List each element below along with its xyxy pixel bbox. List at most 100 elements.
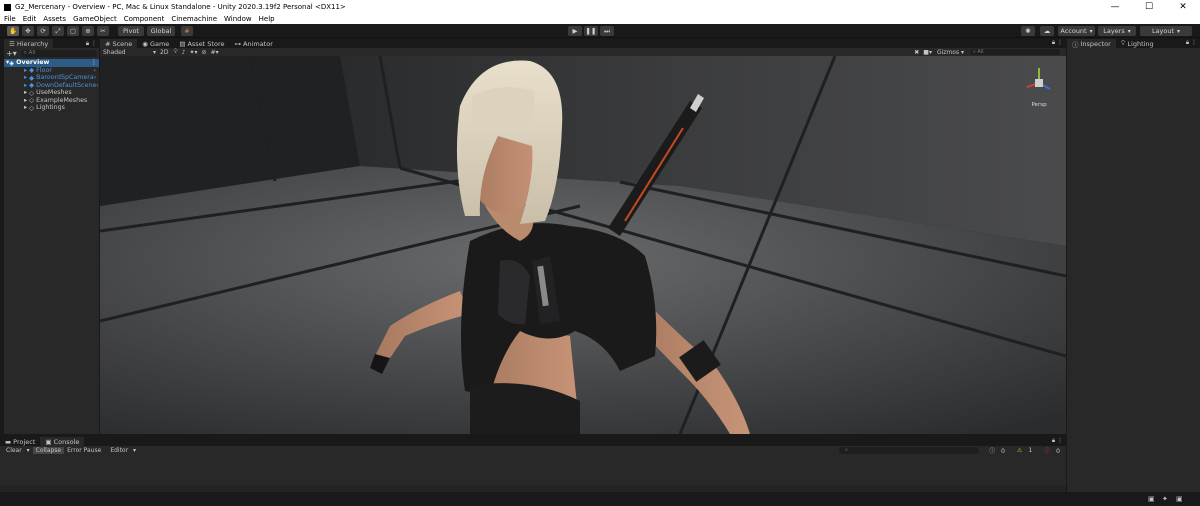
- console-log-area[interactable]: [0, 455, 1066, 485]
- play-button[interactable]: ▶: [568, 26, 582, 36]
- inspector-tabbar: ⓘ Inspector 💡︎ Lighting 🔒︎ ⋮: [1067, 38, 1200, 49]
- axis-gizmo-icon: [1026, 68, 1051, 90]
- menu-component[interactable]: Component: [124, 15, 165, 23]
- scene-tab-icon: #: [105, 39, 111, 48]
- light-bulb-icon: 💡︎: [1120, 39, 1126, 47]
- close-button[interactable]: ✕: [1166, 2, 1200, 12]
- console-tab-label: Console: [53, 437, 80, 446]
- tools-icon[interactable]: ✖: [914, 49, 919, 56]
- search-icon: ⌕: [973, 49, 976, 55]
- layers-dropdown[interactable]: Layers: [1098, 26, 1136, 36]
- chevron-down-icon: ▾: [152, 48, 156, 56]
- panel-lock-icon[interactable]: 🔒︎ ⋮: [86, 40, 99, 48]
- hidden-objects-icon[interactable]: ⊘: [202, 49, 207, 56]
- clear-dropdown[interactable]: Clear ▾: [0, 447, 33, 454]
- more-icon[interactable]: ⋮: [91, 59, 99, 66]
- list-icon: ☰: [9, 39, 15, 48]
- shading-mode-dropdown[interactable]: Shaded ▾: [100, 49, 156, 56]
- tab-project[interactable]: ▬ Project: [0, 437, 40, 446]
- info-filter-toggle[interactable]: ⓘ 0: [983, 446, 1011, 455]
- pivot-label: Pivot: [123, 27, 139, 35]
- list-item[interactable]: ▸ ◇ ExampleMeshes: [4, 96, 99, 104]
- warning-filter-toggle[interactable]: ⚠ 1: [1011, 447, 1038, 454]
- menu-gameobject[interactable]: GameObject: [73, 15, 117, 23]
- lighting-tab-label: Lighting: [1127, 39, 1154, 48]
- notifications-icon[interactable]: ▣: [1176, 495, 1183, 503]
- scene-viewport[interactable]: Persp: [100, 56, 1066, 434]
- tab-hierarchy[interactable]: ☰ Hierarchy: [4, 39, 54, 48]
- scale-tool-icon[interactable]: ⤢: [52, 26, 64, 36]
- tab-inspector[interactable]: ⓘ Inspector: [1067, 39, 1116, 49]
- menu-file[interactable]: File: [4, 15, 16, 23]
- hand-tool-icon[interactable]: ✋: [7, 26, 19, 36]
- list-item[interactable]: ▸ ◇ Lightings: [4, 104, 99, 112]
- cache-server-icon[interactable]: ▣: [1148, 495, 1155, 503]
- collapse-toggle[interactable]: Collapse: [32, 447, 65, 454]
- list-item[interactable]: ▸ ◆ DownDefaultScene ›: [4, 81, 99, 89]
- custom-tool-icon[interactable]: ✂: [97, 26, 109, 36]
- chevron-right-icon[interactable]: ›: [94, 74, 100, 81]
- projection-label[interactable]: Persp: [1022, 102, 1056, 108]
- add-icon[interactable]: +▾: [6, 49, 17, 58]
- editor-dropdown[interactable]: Editor ▾: [104, 447, 139, 454]
- panel-lock-icon[interactable]: 🔒︎ ⋮: [1052, 437, 1066, 445]
- panel-lock-icon[interactable]: 🔒︎ ⋮: [1186, 39, 1200, 47]
- bottom-tabbar: ▬ Project ▣ Console 🔒︎ ⋮: [0, 436, 1066, 446]
- lighting-toggle-icon[interactable]: 💡︎: [173, 48, 177, 56]
- menu-window[interactable]: Window: [224, 15, 252, 23]
- gizmos-dropdown[interactable]: Gizmos ▾: [937, 49, 964, 56]
- list-item[interactable]: ▾ ◈ Overview ⋮: [4, 59, 99, 67]
- 2d-toggle[interactable]: 2D: [160, 49, 168, 56]
- pivot-toggle[interactable]: Pivot: [118, 26, 144, 36]
- hierarchy-search-input[interactable]: ⌕ All: [20, 49, 97, 57]
- cloud-icon[interactable]: ☁: [1040, 26, 1054, 36]
- status-bar: ▣ ✦ ▣: [0, 492, 1200, 506]
- panel-lock-icon[interactable]: 🔒︎ ⋮: [1052, 39, 1066, 47]
- step-button[interactable]: ⏭: [600, 26, 614, 36]
- console-search-input[interactable]: ⌕: [839, 447, 980, 454]
- tab-asset-store[interactable]: ▤ Asset Store: [174, 39, 229, 48]
- inspector-tab-label: Inspector: [1080, 39, 1111, 48]
- audio-toggle-icon[interactable]: ♪: [182, 49, 186, 56]
- scene-search-input[interactable]: ⌕ All: [970, 49, 1060, 55]
- account-dropdown[interactable]: Account: [1058, 26, 1095, 36]
- error-filter-toggle[interactable]: ⓘ 0: [1038, 446, 1066, 455]
- effects-toggle-icon[interactable]: ✦▾: [189, 49, 197, 56]
- menu-help[interactable]: Help: [259, 15, 275, 23]
- chevron-right-icon[interactable]: ›: [93, 67, 99, 74]
- tab-lighting[interactable]: 💡︎ Lighting: [1116, 39, 1159, 48]
- list-item-label: Lightings: [36, 104, 65, 112]
- tab-scene[interactable]: # Scene: [100, 39, 138, 48]
- orientation-gizmo[interactable]: Persp: [1022, 66, 1056, 108]
- menu-edit[interactable]: Edit: [23, 15, 37, 23]
- hierarchy-tab-label: Hierarchy: [16, 39, 49, 48]
- clear-label: Clear: [6, 447, 22, 454]
- grid-icon[interactable]: #▾: [211, 49, 219, 56]
- editor-label: Editor: [110, 447, 129, 454]
- layers-label: Layers: [1103, 27, 1125, 35]
- list-item[interactable]: ▸ ◇ UseMeshes: [4, 89, 99, 97]
- layout-dropdown[interactable]: Layout: [1140, 26, 1192, 36]
- camera-icon[interactable]: ■▾: [923, 49, 932, 56]
- minimize-button[interactable]: —: [1098, 2, 1132, 12]
- debug-mode-icon[interactable]: ✦: [1162, 495, 1168, 503]
- tab-game[interactable]: ◉ Game: [137, 39, 174, 48]
- menu-bar: File Edit Assets GameObject Component Ci…: [0, 14, 1200, 24]
- list-item[interactable]: ▸ ◆ BaroordSpCamera ›: [4, 74, 99, 82]
- menu-assets[interactable]: Assets: [43, 15, 66, 23]
- maximize-button[interactable]: ☐: [1132, 2, 1166, 12]
- pause-button[interactable]: ❚❚: [584, 26, 598, 36]
- menu-cinemachine[interactable]: Cinemachine: [171, 15, 217, 23]
- collab-icon[interactable]: ✺: [1021, 26, 1035, 36]
- snap-icon[interactable]: #: [181, 26, 193, 36]
- move-tool-icon[interactable]: ✥: [22, 26, 34, 36]
- list-item[interactable]: ▸ ◆ Floor ›: [4, 66, 99, 74]
- scene-search-placeholder: All: [977, 49, 984, 55]
- rect-tool-icon[interactable]: ▢: [67, 26, 79, 36]
- tab-animator[interactable]: ⊶ Animator: [229, 39, 277, 48]
- rotate-tool-icon[interactable]: ⟳: [37, 26, 49, 36]
- error-pause-toggle[interactable]: Error Pause: [64, 447, 104, 454]
- global-toggle[interactable]: Global: [147, 26, 175, 36]
- transform-tool-icon[interactable]: ⊕: [82, 26, 94, 36]
- tab-console[interactable]: ▣ Console: [40, 437, 85, 446]
